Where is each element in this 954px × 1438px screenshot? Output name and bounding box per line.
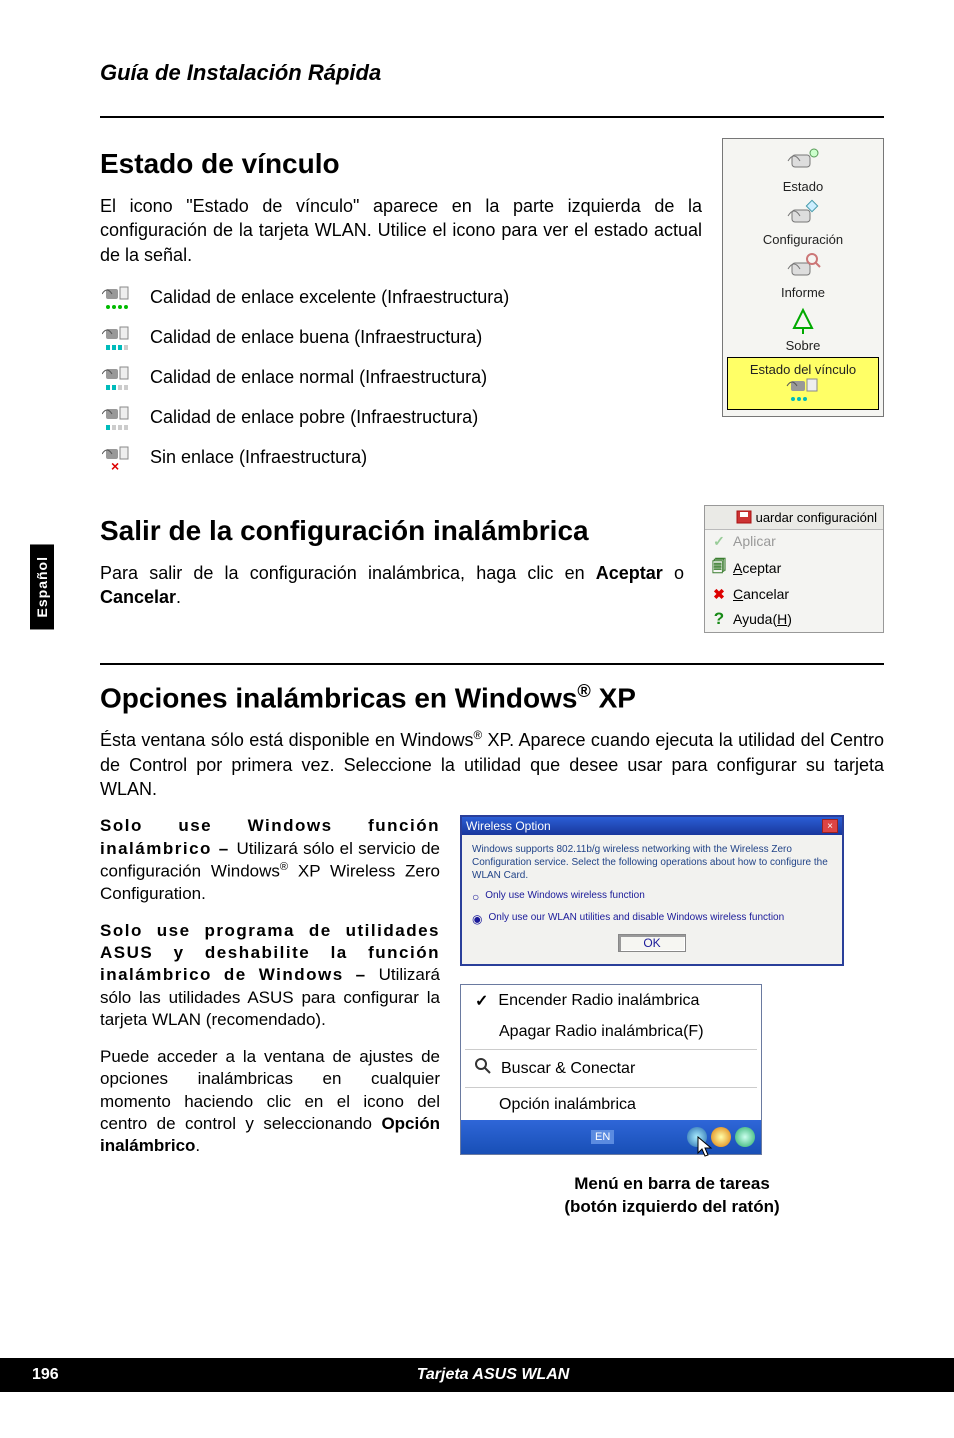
- status-icon: [782, 145, 824, 179]
- tray-wlan-icon[interactable]: [735, 1127, 755, 1147]
- signal-poor-icon: [100, 401, 134, 435]
- search-icon: [475, 1058, 491, 1079]
- language-indicator[interactable]: EN: [591, 1130, 614, 1144]
- sidebar-item-informe[interactable]: Informe: [725, 251, 881, 300]
- sidebar-item-estado[interactable]: Estado: [725, 145, 881, 194]
- sidebar-item-label: Sobre: [725, 338, 881, 353]
- section1-paragraph: El icono "Estado de vínculo" aparece en …: [100, 194, 702, 267]
- signal-none-icon: ×: [100, 441, 134, 475]
- ctx-item-wireless-option[interactable]: Opción inalámbrica: [461, 1090, 761, 1120]
- menu-item-ayuda[interactable]: ? Ayuda(H): [705, 606, 883, 632]
- language-side-tab: Español: [30, 544, 54, 629]
- report-icon: [782, 251, 824, 285]
- menu-item-aplicar[interactable]: ✓ Aplicar: [705, 530, 883, 553]
- sidebar-item-sobre[interactable]: Sobre: [725, 304, 881, 353]
- dialog-titlebar: Wireless Option ×: [462, 817, 842, 835]
- wlan-sidebar: Estado Configuración Informe Sobre Estad…: [722, 138, 884, 417]
- signal-excellent-icon: [100, 281, 134, 315]
- check-icon: ✓: [475, 991, 488, 1011]
- page-footer: 196 Tarjeta ASUS WLAN: [0, 1358, 954, 1392]
- section3-paragraph: Ésta ventana sólo está disponible en Win…: [100, 728, 884, 801]
- ctx-item-search-connect[interactable]: Buscar & Conectar: [461, 1052, 761, 1085]
- footer-title: Tarjeta ASUS WLAN: [152, 1366, 834, 1384]
- section3-heading: Opciones inalámbricas en Windows® XP: [100, 681, 884, 714]
- page-number: 196: [0, 1366, 152, 1384]
- about-icon: [782, 304, 824, 338]
- section-rule: [100, 663, 884, 665]
- option1-paragraph: Solo use Windows función inalámbrico – U…: [100, 815, 440, 905]
- list-item: Calidad de enlace buena (Infraestructura…: [100, 321, 702, 355]
- cancel-x-icon: ✖: [711, 586, 727, 603]
- section2-paragraph: Para salir de la configuración inalámbri…: [100, 561, 684, 610]
- close-icon[interactable]: ×: [822, 819, 838, 833]
- list-item-label: Calidad de enlace normal (Infraestructur…: [150, 367, 487, 388]
- ctx-item-label: Apagar Radio inalámbrica(F): [499, 1023, 704, 1041]
- menu-item-cancelar[interactable]: ✖ Cancelar: [705, 583, 883, 606]
- dialog-title: Wireless Option: [466, 819, 551, 833]
- dialog-option1[interactable]: ○ Only use Windows wireless function: [472, 890, 832, 904]
- ctx-item-label: Buscar & Conectar: [501, 1060, 635, 1078]
- ctx-item-label: Opción inalámbrica: [499, 1096, 636, 1114]
- menu-item-label: Aplicar: [733, 533, 776, 549]
- list-item-label: Calidad de enlace excelente (Infraestruc…: [150, 287, 509, 308]
- list-item: × Sin enlace (Infraestructura): [100, 441, 702, 475]
- signal-good-icon: [100, 321, 134, 355]
- list-item: Calidad de enlace normal (Infraestructur…: [100, 361, 702, 395]
- option2-paragraph: Solo use programa de utilidades ASUS y d…: [100, 920, 440, 1032]
- menu-item-label: Aceptar: [733, 560, 781, 576]
- ok-button[interactable]: OK: [618, 934, 685, 952]
- exit-menu-panel: uardar configuraciónl ✓ Aplicar 🗐 Acepta…: [704, 505, 884, 633]
- list-item-label: Calidad de enlace pobre (Infraestructura…: [150, 407, 478, 428]
- accept-window-icon: 🗐: [711, 556, 727, 580]
- section1-heading: Estado de vínculo: [100, 148, 702, 180]
- menu-item-label: Ayuda(H): [733, 611, 792, 627]
- list-item-label: Sin enlace (Infraestructura): [150, 447, 367, 468]
- ctx-item-radio-on[interactable]: ✓ Encender Radio inalámbrica: [461, 985, 761, 1017]
- sidebar-item-link-state[interactable]: Estado del vínculo: [727, 357, 879, 410]
- save-config-icon: [736, 510, 752, 524]
- signal-quality-list: Calidad de enlace excelente (Infraestruc…: [100, 281, 702, 475]
- dialog-option2[interactable]: ◉ Only use our WLAN utilities and disabl…: [472, 912, 832, 926]
- svg-text:×: ×: [111, 458, 119, 473]
- menu-item-label: Cancelar: [733, 586, 789, 602]
- radio-checked-icon: ◉: [472, 912, 482, 926]
- menu-item-aceptar[interactable]: 🗐 Aceptar: [705, 553, 883, 583]
- dialog-description: Windows supports 802.11b/g wireless netw…: [472, 843, 832, 882]
- radio-unchecked-icon: ○: [472, 890, 479, 904]
- help-question-icon: ?: [711, 609, 727, 629]
- mouse-cursor-icon: [697, 1136, 715, 1158]
- header-rule: [100, 116, 884, 118]
- sidebar-item-label: Estado: [725, 179, 881, 194]
- sidebar-item-label: Informe: [725, 285, 881, 300]
- taskbar-strip: EN: [461, 1120, 761, 1154]
- apply-check-icon: ✓: [711, 533, 727, 550]
- section2-heading: Salir de la configuración inalámbrica: [100, 515, 684, 547]
- menu-separator: [465, 1049, 757, 1050]
- menu-separator: [465, 1087, 757, 1088]
- link-state-icon: [783, 377, 823, 407]
- sidebar-item-label: Estado del vínculo: [730, 362, 876, 377]
- config-icon: [782, 198, 824, 232]
- ctx-item-label: Encender Radio inalámbrica: [498, 992, 699, 1010]
- list-item: Calidad de enlace excelente (Infraestruc…: [100, 281, 702, 315]
- sidebar-item-label: Configuración: [725, 232, 881, 247]
- list-item: Calidad de enlace pobre (Infraestructura…: [100, 401, 702, 435]
- menu-panel-title: uardar configuraciónl: [705, 506, 883, 530]
- tray-context-menu: ✓ Encender Radio inalámbrica Apagar Radi…: [460, 984, 762, 1155]
- list-item-label: Calidad de enlace buena (Infraestructura…: [150, 327, 482, 348]
- wireless-option-dialog: Wireless Option × Windows supports 802.1…: [460, 815, 844, 966]
- figure-caption: Menú en barra de tareas (botón izquierdo…: [460, 1173, 884, 1219]
- signal-normal-icon: [100, 361, 134, 395]
- page-header: Guía de Instalación Rápida: [100, 60, 884, 86]
- access-paragraph: Puede acceder a la ventana de ajustes de…: [100, 1046, 440, 1158]
- sidebar-item-config[interactable]: Configuración: [725, 198, 881, 247]
- ctx-item-radio-off[interactable]: Apagar Radio inalámbrica(F): [461, 1017, 761, 1047]
